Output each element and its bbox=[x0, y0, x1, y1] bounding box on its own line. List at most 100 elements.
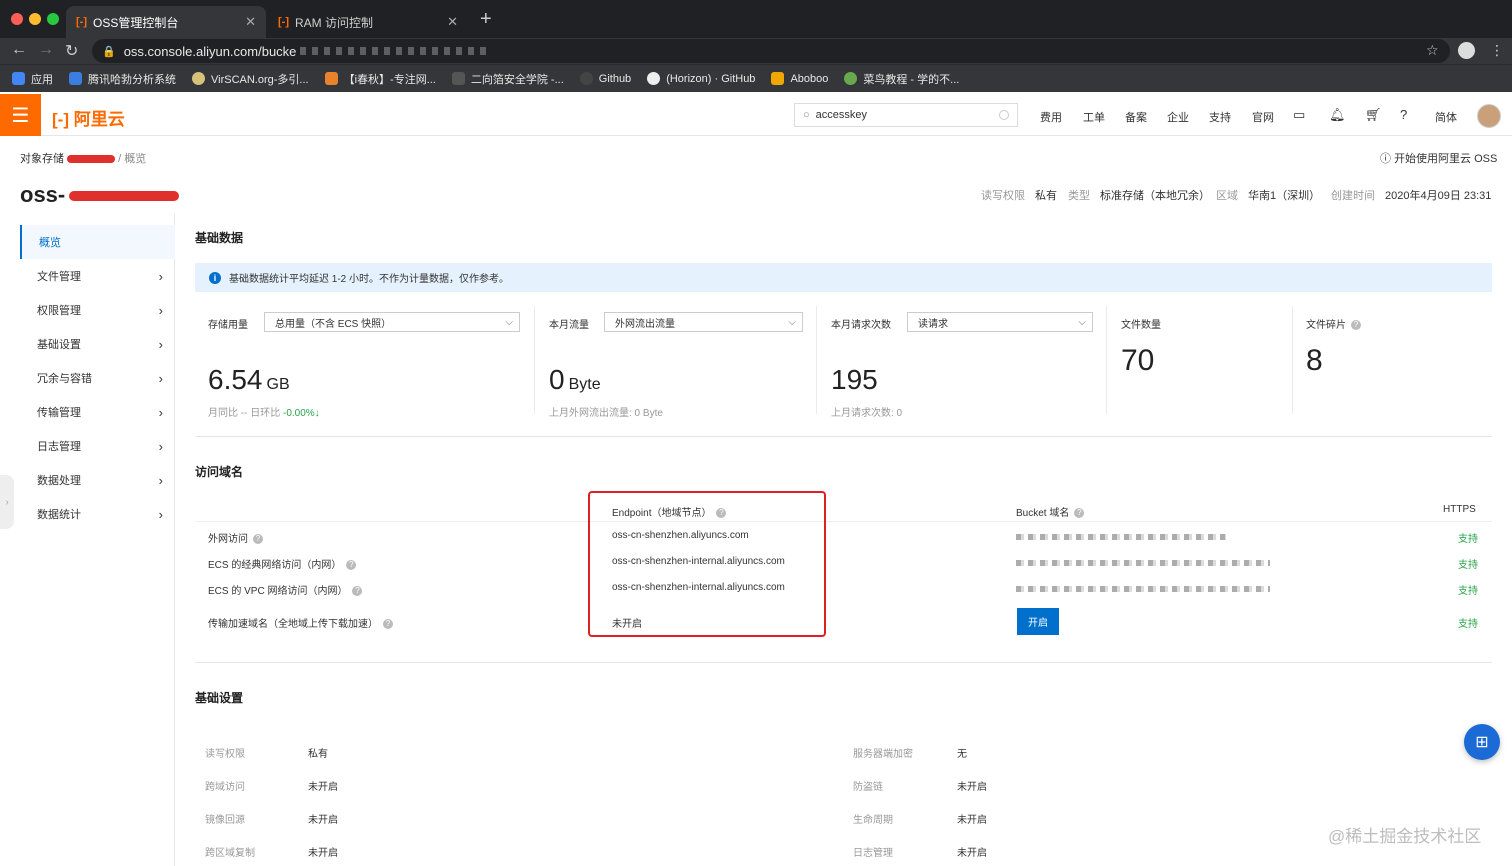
close-tab-icon[interactable]: ✕ bbox=[245, 14, 256, 30]
console-search-input[interactable]: ○ accesskey bbox=[794, 103, 1018, 127]
chevron-right-icon: › bbox=[158, 472, 163, 488]
storage-compare: 月同比 -- 日环比 -0.00%↓ bbox=[208, 408, 320, 419]
bookmark-aboboo[interactable]: Aboboo bbox=[771, 72, 828, 85]
ichunqiu-icon bbox=[324, 72, 338, 85]
setting-label: 镜像回源 bbox=[205, 815, 245, 826]
new-tab-button[interactable]: + bbox=[480, 8, 492, 31]
chevron-right-icon: › bbox=[158, 506, 163, 522]
search-icon: ○ bbox=[803, 109, 810, 121]
close-window-button[interactable] bbox=[11, 13, 23, 25]
help-icon[interactable]: ? bbox=[1074, 508, 1085, 519]
help-icon[interactable]: ? bbox=[352, 586, 363, 597]
menu-hamburger-icon[interactable]: ☰ bbox=[0, 94, 41, 136]
bookmark-erxiangbo[interactable]: 二向箔安全学院 -... bbox=[451, 71, 564, 87]
sidebar-collapse-handle[interactable]: › bbox=[0, 475, 14, 529]
bookmark-github[interactable]: Github bbox=[579, 72, 631, 85]
help-circle-icon: ⓘ bbox=[1380, 153, 1391, 165]
aboboo-icon bbox=[771, 72, 785, 85]
file-count-value: 70 bbox=[1121, 344, 1155, 377]
meta-created: 创建时间 2020年4月09日 23:31 bbox=[1331, 190, 1492, 202]
bookmark-ichunqiu[interactable]: 【i春秋】-专注网... bbox=[324, 71, 436, 87]
setting-value: 未开启 bbox=[308, 782, 338, 793]
browser-tab-bar: [-] OSS管理控制台 ✕ [-] RAM 访问控制 ✕ + bbox=[0, 0, 1512, 38]
bookmark-habo[interactable]: 腾讯哈勃分析系统 bbox=[69, 71, 176, 87]
help-icon[interactable]: ? bbox=[346, 560, 357, 571]
forward-icon[interactable]: → bbox=[38, 41, 54, 59]
bookmark-runoob[interactable]: 菜鸟教程 - 学的不... bbox=[844, 71, 959, 87]
setting-value: 未开启 bbox=[957, 848, 987, 859]
quick-access-grid-button[interactable]: ⊞ bbox=[1464, 724, 1500, 760]
setting-value: 无 bbox=[957, 749, 967, 760]
enable-acceleration-button[interactable]: 开启 bbox=[1017, 608, 1059, 635]
profile-icon[interactable] bbox=[1458, 42, 1475, 59]
user-avatar[interactable] bbox=[1477, 104, 1501, 128]
sidebar-item-basic-settings[interactable]: 基础设置 › bbox=[20, 327, 175, 361]
nav-icp[interactable]: 备案 bbox=[1125, 109, 1147, 125]
storage-select[interactable]: 总用量（不含 ECS 快照） ⌵ bbox=[264, 312, 520, 332]
bookmark-virscan[interactable]: VirSCAN.org-多引... bbox=[192, 71, 309, 87]
terminal-icon[interactable]: ▭ bbox=[1293, 107, 1305, 123]
tab-oss-console[interactable]: [-] OSS管理控制台 ✕ bbox=[66, 6, 266, 38]
setting-value: 未开启 bbox=[957, 782, 987, 793]
help-icon[interactable]: ? bbox=[1400, 107, 1407, 122]
traffic-select[interactable]: 外网流出流量 ⌵ bbox=[604, 312, 803, 332]
clear-search-icon[interactable] bbox=[999, 110, 1009, 120]
setting-label: 读写权限 bbox=[205, 749, 245, 760]
sidebar-item-overview[interactable]: 概览 bbox=[20, 225, 175, 259]
chevron-right-icon: › bbox=[158, 268, 163, 284]
bookmark-apps[interactable]: 应用 bbox=[12, 71, 53, 87]
nav-tickets[interactable]: 工单 bbox=[1083, 109, 1105, 125]
nav-support[interactable]: 支持 bbox=[1209, 109, 1231, 125]
requests-last-month: 上月请求次数: 0 bbox=[831, 408, 903, 419]
maximize-window-button[interactable] bbox=[47, 13, 59, 25]
bell-icon[interactable]: 🔔︎ bbox=[1329, 107, 1346, 123]
minimize-window-button[interactable] bbox=[29, 13, 41, 25]
redacted-url-path bbox=[300, 47, 491, 55]
help-icon[interactable]: ? bbox=[253, 534, 263, 545]
domains-title: 访问域名 bbox=[195, 465, 244, 479]
close-tab-icon[interactable]: ✕ bbox=[447, 14, 458, 30]
sidebar-item-redundancy[interactable]: 冗余与容错 › bbox=[20, 361, 175, 395]
github-icon bbox=[647, 72, 661, 85]
bookmark-horizon-github[interactable]: (Horizon) · GitHub bbox=[647, 72, 755, 85]
breadcrumb-oss[interactable]: 对象存储 bbox=[20, 153, 64, 165]
nav-enterprise[interactable]: 企业 bbox=[1167, 109, 1189, 125]
requests-select[interactable]: 读请求 ⌵ bbox=[907, 312, 1093, 332]
breadcrumb: 对象存储 / 概览 bbox=[20, 153, 147, 165]
stat-divider bbox=[534, 306, 535, 414]
redacted-bucket-crumb bbox=[67, 155, 116, 164]
start-using-oss-link[interactable]: ⓘ 开始使用阿里云 OSS bbox=[1380, 150, 1497, 166]
reload-icon[interactable]: ↻ bbox=[65, 41, 78, 61]
bucket-domain-header: Bucket 域名? bbox=[1016, 504, 1085, 519]
setting-value: 私有 bbox=[308, 749, 328, 760]
browser-menu-icon[interactable]: ⋮ bbox=[1490, 42, 1504, 59]
setting-label: 跨域访问 bbox=[205, 782, 245, 793]
basic-data-title: 基础数据 bbox=[195, 231, 244, 245]
sidebar-item-files[interactable]: 文件管理 › bbox=[20, 259, 175, 293]
traffic-value: 0 Byte bbox=[549, 364, 601, 395]
cart-icon[interactable]: 🛒︎ bbox=[1365, 107, 1382, 123]
sidebar-item-permissions[interactable]: 权限管理 › bbox=[20, 293, 175, 327]
url-input[interactable]: 🔒 oss.console.aliyun.com/bucke bbox=[92, 39, 1450, 63]
nav-official-site[interactable]: 官网 bbox=[1252, 109, 1274, 125]
bookmark-star-icon[interactable]: ☆ bbox=[1426, 42, 1439, 59]
chevron-right-icon: › bbox=[158, 404, 163, 420]
settings-title: 基础设置 bbox=[195, 691, 244, 705]
help-icon[interactable]: ? bbox=[383, 619, 393, 630]
setting-label: 服务器端加密 bbox=[853, 749, 913, 760]
back-icon[interactable]: ← bbox=[11, 41, 27, 59]
help-icon[interactable]: ? bbox=[1351, 320, 1361, 331]
tab-ram-console[interactable]: [-] RAM 访问控制 ✕ bbox=[268, 6, 468, 38]
info-notice: i 基础数据统计平均延迟 1-2 小时。不作为计量数据，仅作参考。 bbox=[195, 263, 1492, 292]
redacted-bucket-domain bbox=[1016, 560, 1270, 566]
stat-requests: 本月请求次数 读请求 ⌵ 195 上月请求次数: 0 bbox=[831, 306, 1093, 419]
language-switch[interactable]: 简体 bbox=[1435, 109, 1457, 125]
sidebar-item-transfer[interactable]: 传输管理 › bbox=[20, 395, 175, 429]
nav-fees[interactable]: 费用 bbox=[1040, 109, 1062, 125]
aliyun-logo[interactable]: [-] 阿里云 bbox=[52, 105, 125, 130]
lock-icon: 🔒 bbox=[102, 45, 116, 58]
chevron-down-icon: ⌵ bbox=[1078, 316, 1086, 328]
sidebar-item-statistics[interactable]: 数据统计 › bbox=[20, 497, 175, 531]
sidebar-item-logs[interactable]: 日志管理 › bbox=[20, 429, 175, 463]
sidebar-item-data-processing[interactable]: 数据处理 › bbox=[20, 463, 175, 497]
